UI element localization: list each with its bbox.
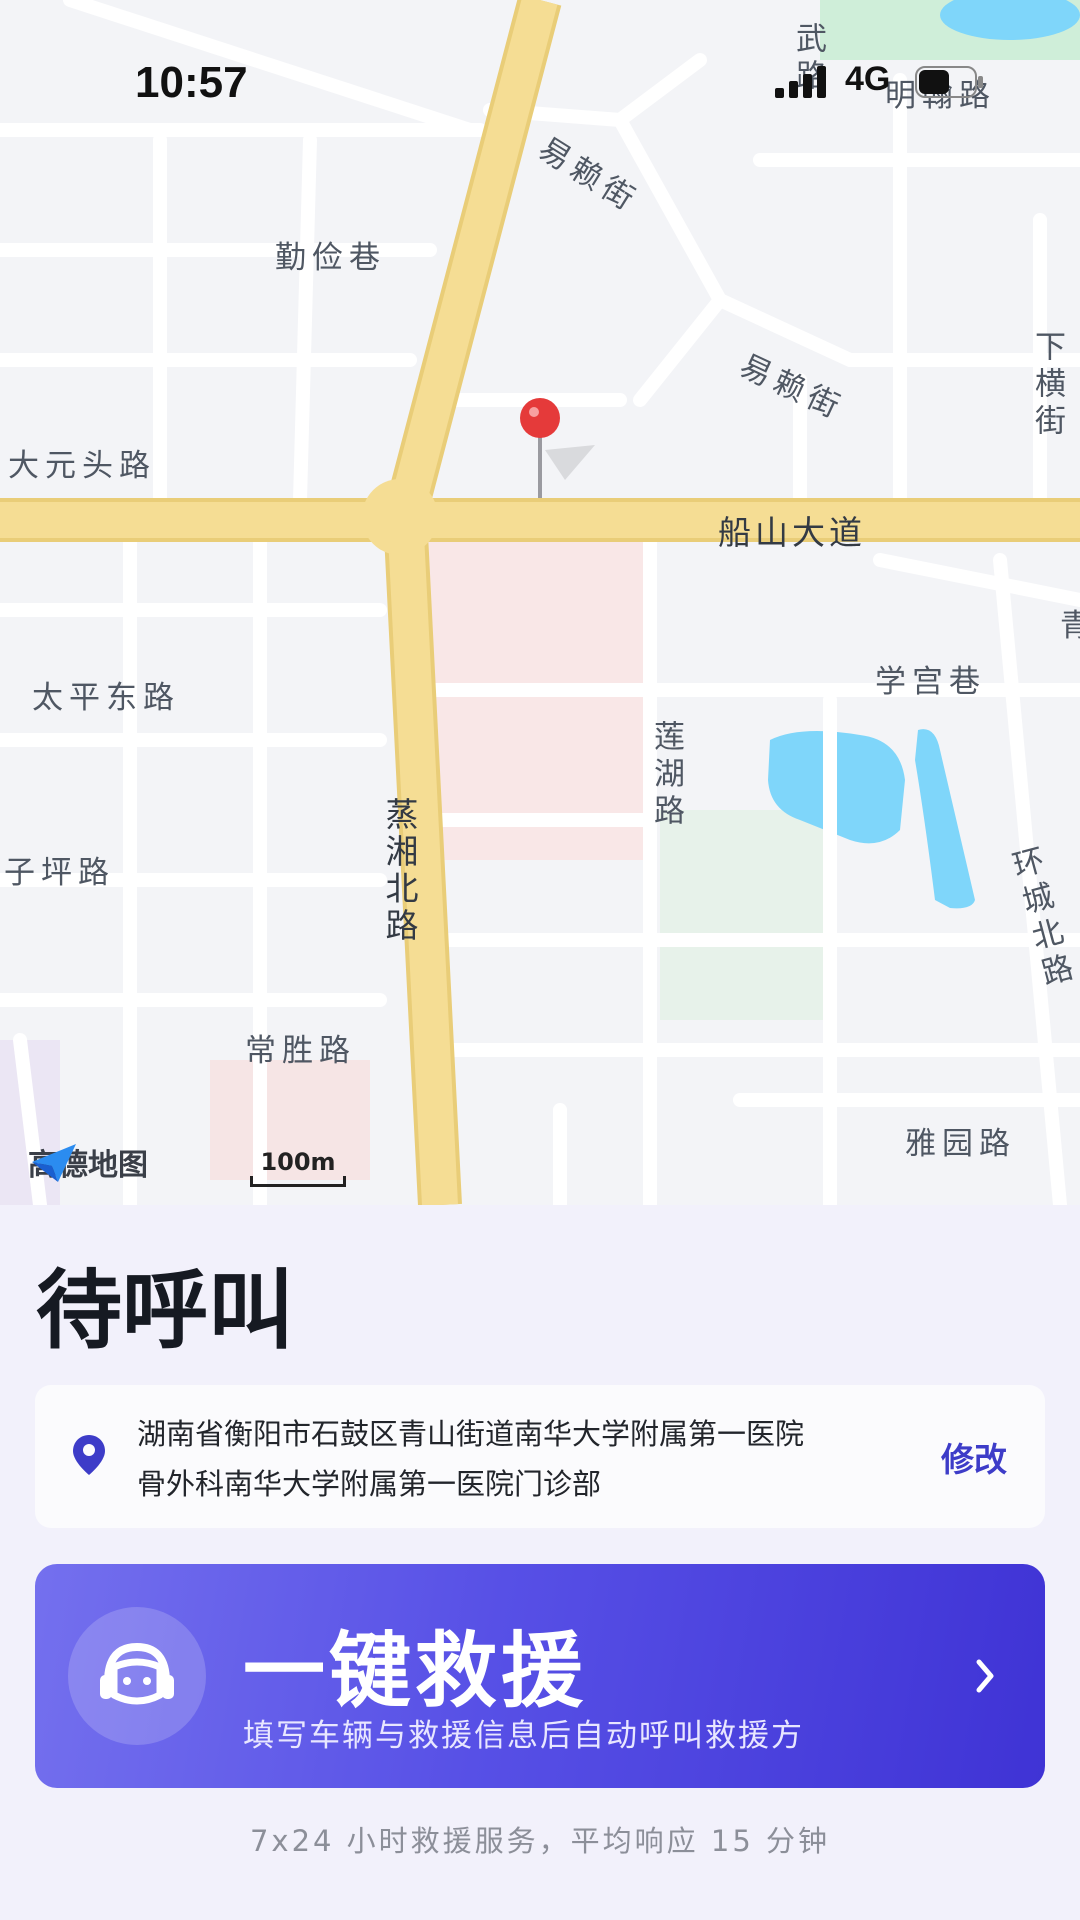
map-scale-bar [250,1176,346,1187]
headset-agent-icon [100,1642,174,1705]
one-click-rescue-button[interactable]: 一键救援 填写车辆与救援信息后自动呼叫救援方 [35,1564,1045,1788]
customer-service-avatar [68,1607,206,1745]
road-label: 蒸湘北路 [380,797,419,945]
page-title: 待呼叫 [36,1261,294,1361]
battery-icon [915,66,983,98]
status-bar: 10:57 4G [0,58,1080,118]
road-label: 勤俭巷 [275,240,386,276]
road-label: 青 [1060,600,1080,645]
address-text: 湖南省衡阳市石鼓区青山街道南华大学附属第一医院骨外科南华大学附属第一医院门诊部 [137,1417,805,1501]
road-label: 太平东路 [32,680,180,716]
road-label: 常胜路 [245,1033,356,1069]
chevron-right-icon [976,1659,994,1693]
road-label: 下横街 [1029,330,1065,441]
map-view[interactable]: 武路 明翰路 易赖街 勤俭巷 易赖街 下横街 大元头路 船山大道 青 学宫巷 太… [0,0,1080,1205]
edit-address-button[interactable]: 修改 [941,1433,1007,1481]
road-label: 莲湖路 [648,720,684,831]
map-canvas [0,0,1080,1205]
road-label: 学宫巷 [875,664,986,700]
network-type: 4G [845,60,891,98]
location-pin-icon [73,1435,105,1475]
rescue-button-subtitle: 填写车辆与救援信息后自动呼叫救援方 [243,1718,804,1754]
signal-icon [775,66,826,98]
map-brand-logo: 高德地图 [28,1140,148,1184]
address-card: 湖南省衡阳市石鼓区青山街道南华大学附属第一医院骨外科南华大学附属第一医院门诊部 … [35,1385,1045,1528]
status-time: 10:57 [135,58,248,107]
amap-logo-icon [32,1144,76,1182]
road-label: 子坪路 [4,855,115,891]
road-label: 船山大道 [718,513,866,552]
service-info-text: 7x24 小时救援服务，平均响应 15 分钟 [249,1824,831,1858]
rescue-button-title: 一键救援 [243,1624,588,1719]
road-label: 雅园路 [905,1126,1016,1162]
road-label: 大元头路 [8,448,156,484]
map-scale: 100m [250,1148,346,1187]
map-scale-label: 100m [260,1148,336,1176]
